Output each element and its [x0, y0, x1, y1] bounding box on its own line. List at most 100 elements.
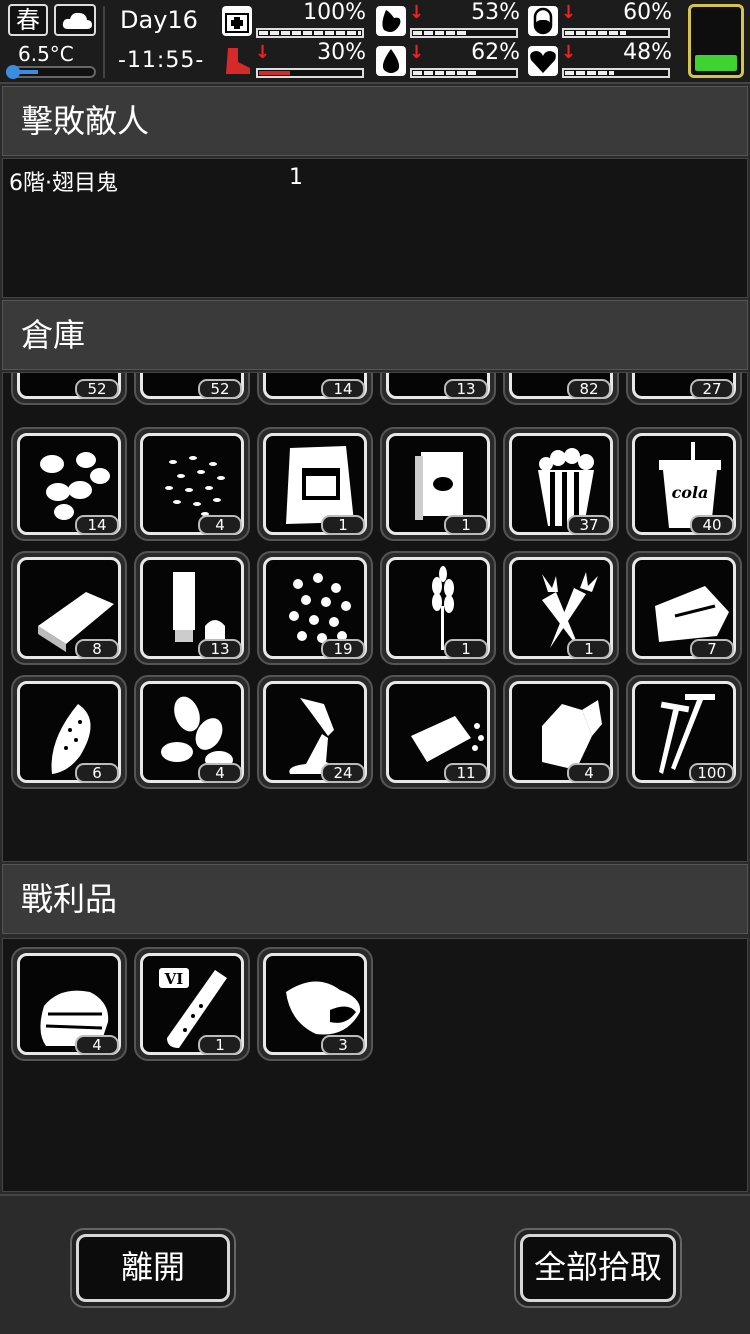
item-quantity: 1: [567, 639, 611, 659]
item-quantity: 24: [321, 763, 365, 783]
item-slot[interactable]: 4: [134, 675, 250, 789]
item-slot[interactable]: 14: [257, 373, 373, 405]
item-quantity: 6: [75, 763, 119, 783]
arrow-down-icon: ↓: [255, 42, 271, 63]
item-slot[interactable]: 4: [503, 675, 619, 789]
item-slot[interactable]: 7: [626, 551, 742, 665]
divider: [103, 6, 105, 78]
rank-label: VI: [164, 970, 184, 988]
item-slot[interactable]: 27: [626, 373, 742, 405]
boot-icon: [222, 46, 252, 76]
item-quantity: 4: [567, 763, 611, 783]
item-slot[interactable]: 100: [626, 675, 742, 789]
item-quantity: 27: [690, 379, 734, 399]
item-quantity: 52: [75, 379, 119, 399]
take-all-label: 全部拾取: [520, 1234, 676, 1302]
item-slot[interactable]: 82: [503, 373, 619, 405]
stat-bar: [562, 28, 670, 38]
battery-indicator: [688, 4, 744, 78]
day-counter: Day16: [120, 6, 198, 34]
heart-icon: [528, 46, 558, 76]
item-quantity: 14: [321, 379, 365, 399]
item-slot[interactable]: 3: [257, 947, 373, 1061]
item-slot[interactable]: 4: [11, 947, 127, 1061]
enemy-count: 1: [289, 165, 303, 190]
stat-value: 30%: [317, 40, 366, 65]
item-quantity: 4: [198, 763, 242, 783]
storage-grid[interactable]: 52 52 14 13 82 27 14 4 1 1 37 cola 40 8 13 19 1 1 7 6 4 24 11 4…: [2, 372, 748, 862]
item-quantity: 1: [321, 515, 365, 535]
stat-value: 53%: [471, 0, 520, 25]
defeated-enemies-list: 6階·翅目鬼 1: [2, 158, 748, 298]
item-slot[interactable]: 52: [11, 373, 127, 405]
temperature-bar: [6, 65, 96, 79]
item-slot[interactable]: 24: [257, 675, 373, 789]
item-quantity: 13: [444, 379, 488, 399]
item-slot[interactable]: 1: [257, 427, 373, 541]
loot-header: 戰利品: [2, 864, 748, 934]
enemy-name: 6階·翅目鬼: [9, 171, 118, 196]
item-quantity: 1: [444, 515, 488, 535]
item-slot[interactable]: 8: [11, 551, 127, 665]
stat-bar: [410, 28, 518, 38]
item-quantity: 14: [75, 515, 119, 535]
pill-icon: [528, 6, 558, 36]
item-slot[interactable]: 19: [257, 551, 373, 665]
item-slot[interactable]: 11: [380, 675, 496, 789]
item-quantity: 8: [75, 639, 119, 659]
item-slot[interactable]: 6: [11, 675, 127, 789]
arrow-down-icon: ↓: [409, 42, 425, 63]
stomach-icon: [376, 6, 406, 36]
stat-mood: ↓ 48%: [528, 40, 678, 80]
item-slot[interactable]: 52: [134, 373, 250, 405]
season-indicator: 春: [8, 4, 48, 36]
item-slot[interactable]: VI 1: [134, 947, 250, 1061]
status-bar: 春 6.5°C Day16 -11:55- 100% ↓ 53% ↓ 60% ↓ 30% ↓ 6…: [0, 0, 750, 84]
item-quantity: 13: [198, 639, 242, 659]
stat-value: 62%: [471, 40, 520, 65]
temperature: 6.5°C: [18, 42, 74, 66]
item-slot[interactable]: 1: [380, 551, 496, 665]
stat-pill: ↓ 60%: [528, 0, 678, 40]
action-bar: 離開 全部拾取: [0, 1194, 750, 1334]
stat-value: 100%: [303, 0, 366, 25]
loot-grid[interactable]: 4 VI 1 3: [2, 938, 748, 1192]
arrow-down-icon: ↓: [561, 42, 577, 63]
item-slot[interactable]: 13: [380, 373, 496, 405]
item-slot[interactable]: 4: [134, 427, 250, 541]
item-slot[interactable]: 1: [380, 427, 496, 541]
item-quantity: 1: [444, 639, 488, 659]
item-quantity: 4: [75, 1035, 119, 1055]
cola-label: cola: [672, 483, 709, 502]
leave-label: 離開: [76, 1234, 230, 1302]
stat-stomach: ↓ 53%: [376, 0, 526, 40]
stat-bar: [256, 68, 364, 78]
clock: -11:55-: [118, 48, 205, 73]
item-quantity: 1: [198, 1035, 242, 1055]
take-all-button[interactable]: 全部拾取: [514, 1228, 682, 1308]
item-slot[interactable]: cola 40: [626, 427, 742, 541]
item-quantity: 7: [690, 639, 734, 659]
item-slot[interactable]: 14: [11, 427, 127, 541]
arrow-down-icon: ↓: [409, 2, 425, 23]
stat-water: ↓ 62%: [376, 40, 526, 80]
stat-value: 48%: [623, 40, 672, 65]
item-quantity: 3: [321, 1035, 365, 1055]
stat-health: 100%: [222, 0, 372, 40]
leave-button[interactable]: 離開: [70, 1228, 236, 1308]
item-quantity: 82: [567, 379, 611, 399]
stat-value: 60%: [623, 0, 672, 25]
item-quantity: 19: [321, 639, 365, 659]
item-quantity: 37: [567, 515, 611, 535]
defeated-enemies-header: 擊敗敵人: [2, 86, 748, 156]
item-slot[interactable]: 37: [503, 427, 619, 541]
item-quantity: 40: [690, 515, 734, 535]
arrow-down-icon: ↓: [561, 2, 577, 23]
storage-header: 倉庫: [2, 300, 748, 370]
first-aid-icon: [222, 6, 252, 36]
stat-stamina: ↓ 30%: [222, 40, 372, 80]
cloud-icon: [54, 4, 96, 36]
item-slot[interactable]: 13: [134, 551, 250, 665]
stat-bar: [410, 68, 518, 78]
item-slot[interactable]: 1: [503, 551, 619, 665]
